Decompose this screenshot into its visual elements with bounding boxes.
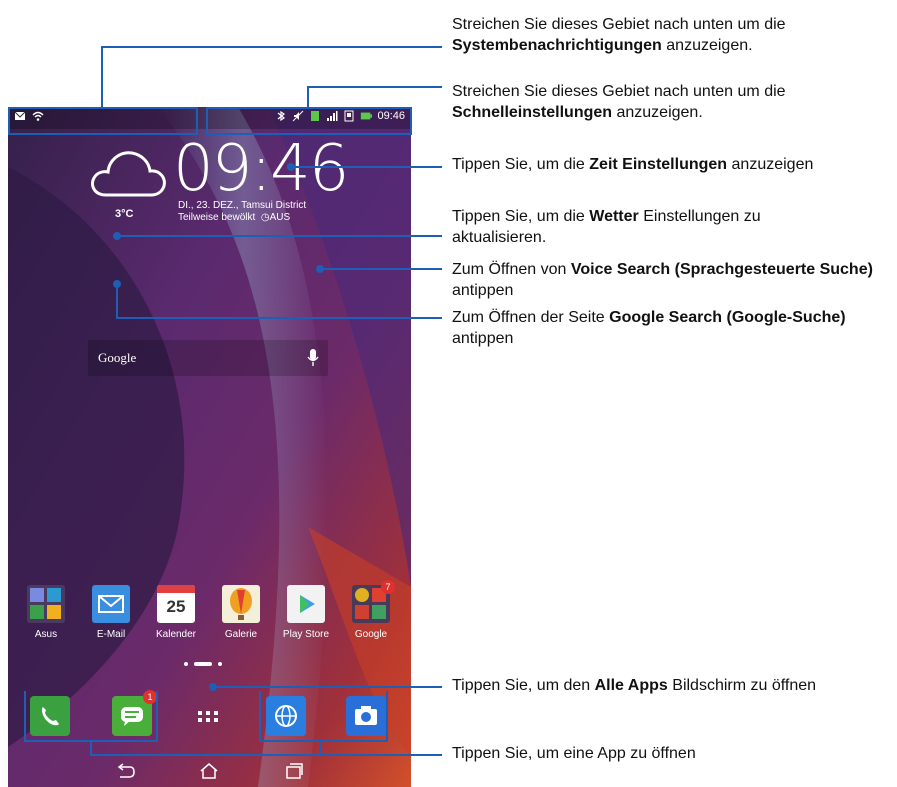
weather-text: Teilweise bewölkt (178, 212, 256, 223)
callout-time-settings: Tippen Sie, um die Zeit Einstellungen an… (452, 154, 897, 175)
page-indicator[interactable] (184, 662, 222, 666)
home-icon[interactable] (198, 761, 220, 781)
page-dot-active[interactable] (194, 662, 212, 666)
all-apps-icon (198, 711, 218, 722)
app-label: Google (354, 629, 388, 640)
app-play-store[interactable]: Play Store (281, 585, 331, 640)
callout-text: Tippen Sie, um die (452, 208, 585, 225)
callout-line (116, 284, 118, 318)
dock-group-box (24, 691, 158, 742)
google-search-label: Google (98, 350, 137, 365)
calendar-day: 25 (166, 597, 186, 616)
app-label: E-Mail (96, 629, 126, 640)
quick-settings-area-box (206, 107, 412, 135)
dock-group-box (259, 691, 388, 742)
app-label: Asus (34, 629, 58, 640)
play-store-icon (287, 585, 325, 623)
clock-time[interactable]: 09:46 (173, 137, 349, 201)
alarm-status: AUS (269, 212, 291, 223)
temperature[interactable]: 3°C (115, 208, 133, 220)
app-label: Kalender (155, 629, 197, 640)
callout-text: antippen (452, 330, 514, 347)
callout-text: anzuzeigen (731, 156, 814, 173)
calendar-icon: 25 (157, 585, 195, 623)
app-calendar[interactable]: 25 Kalender (151, 585, 201, 640)
callout-bold-text: Alle Apps (594, 677, 668, 694)
weather-status: Teilweise bewölkt ◷AUS (178, 212, 290, 223)
callout-bold-text: Voice Search (Sprachgesteuerte Suche) (570, 261, 873, 278)
clock-date: DI., 23. DEZ., Tamsui District (178, 200, 307, 211)
gallery-balloon-icon (222, 585, 260, 623)
callout-line (101, 46, 103, 108)
page-dot[interactable] (184, 662, 188, 666)
app-label: Play Store (282, 629, 330, 640)
asus-folder-icon (27, 585, 65, 623)
callout-weather-settings: Tippen Sie, um die Wetter Einstellungen … (452, 206, 852, 248)
callout-text: Zum Öffnen von (452, 261, 567, 278)
callout-open-app: Tippen Sie, um eine App zu öffnen (452, 743, 897, 764)
notification-area-box (8, 107, 198, 135)
callout-system-notifications: Streichen Sie dieses Gebiet nach unten u… (452, 14, 897, 56)
callout-line (213, 686, 442, 688)
google-folder-icon: 7 (352, 580, 395, 623)
callout-line (307, 86, 442, 88)
callout-line (117, 235, 442, 237)
weather-cloud-icon[interactable] (88, 145, 168, 201)
callout-line (90, 741, 92, 755)
app-gallery[interactable]: Galerie (216, 585, 266, 640)
app-asus[interactable]: Asus (21, 585, 71, 640)
callout-text: Tippen Sie, um den (452, 677, 591, 694)
callout-line (90, 754, 442, 756)
google-search-bar[interactable]: Google (88, 340, 328, 376)
callout-text: Zum Öffnen der Seite (452, 309, 605, 326)
callout-text: Bildschirm zu öffnen (672, 677, 817, 694)
recent-apps-icon[interactable] (283, 761, 305, 781)
callout-line (291, 166, 442, 168)
callout-text: Tippen Sie, um die (452, 156, 585, 173)
callout-text: anzuzeigen. (666, 37, 753, 54)
all-apps-button[interactable] (188, 696, 228, 736)
callout-bold-text: Wetter (589, 208, 639, 225)
app-email[interactable]: E-Mail (86, 585, 136, 640)
callout-line (307, 86, 309, 108)
navigation-bar[interactable] (8, 757, 411, 787)
google-badge: 7 (381, 580, 395, 594)
callout-quick-settings: Streichen Sie dieses Gebiet nach unten u… (452, 81, 897, 123)
app-label: Galerie (224, 629, 258, 640)
callout-all-apps: Tippen Sie, um den Alle Apps Bildschirm … (452, 675, 897, 696)
callout-line (320, 741, 322, 755)
alarm-small-icon: ◷ (258, 212, 270, 223)
callout-google-search: Zum Öffnen der Seite Google Search (Goog… (452, 307, 882, 349)
callout-line (320, 268, 442, 270)
callout-text: antippen (452, 282, 514, 299)
annotated-home-screen: 09:46 3°C 09:46 DI., 23. DEZ., Tamsui Di… (0, 0, 897, 787)
callout-text: Streichen Sie dieses Gebiet nach unten u… (452, 16, 786, 33)
microphone-icon[interactable] (306, 348, 320, 368)
callout-line (116, 317, 442, 319)
app-google-folder[interactable]: 7 Google (346, 580, 396, 640)
callout-bold-text: Schnelleinstellungen (452, 104, 613, 121)
back-icon[interactable] (114, 761, 136, 781)
callout-text: Tippen Sie, um eine App zu öffnen (452, 745, 696, 762)
callout-bold-text: Zeit Einstellungen (589, 156, 728, 173)
callout-bold-text: Google Search (Google-Suche) (609, 309, 846, 326)
callout-text: anzuzeigen. (616, 104, 703, 121)
page-dot[interactable] (218, 662, 222, 666)
callout-line (101, 46, 442, 48)
callout-text: Streichen Sie dieses Gebiet nach unten u… (452, 83, 786, 100)
email-icon (92, 585, 130, 623)
callout-bold-text: Systembenachrichtigungen (452, 37, 662, 54)
callout-voice-search: Zum Öffnen von Voice Search (Sprachgeste… (452, 259, 897, 301)
